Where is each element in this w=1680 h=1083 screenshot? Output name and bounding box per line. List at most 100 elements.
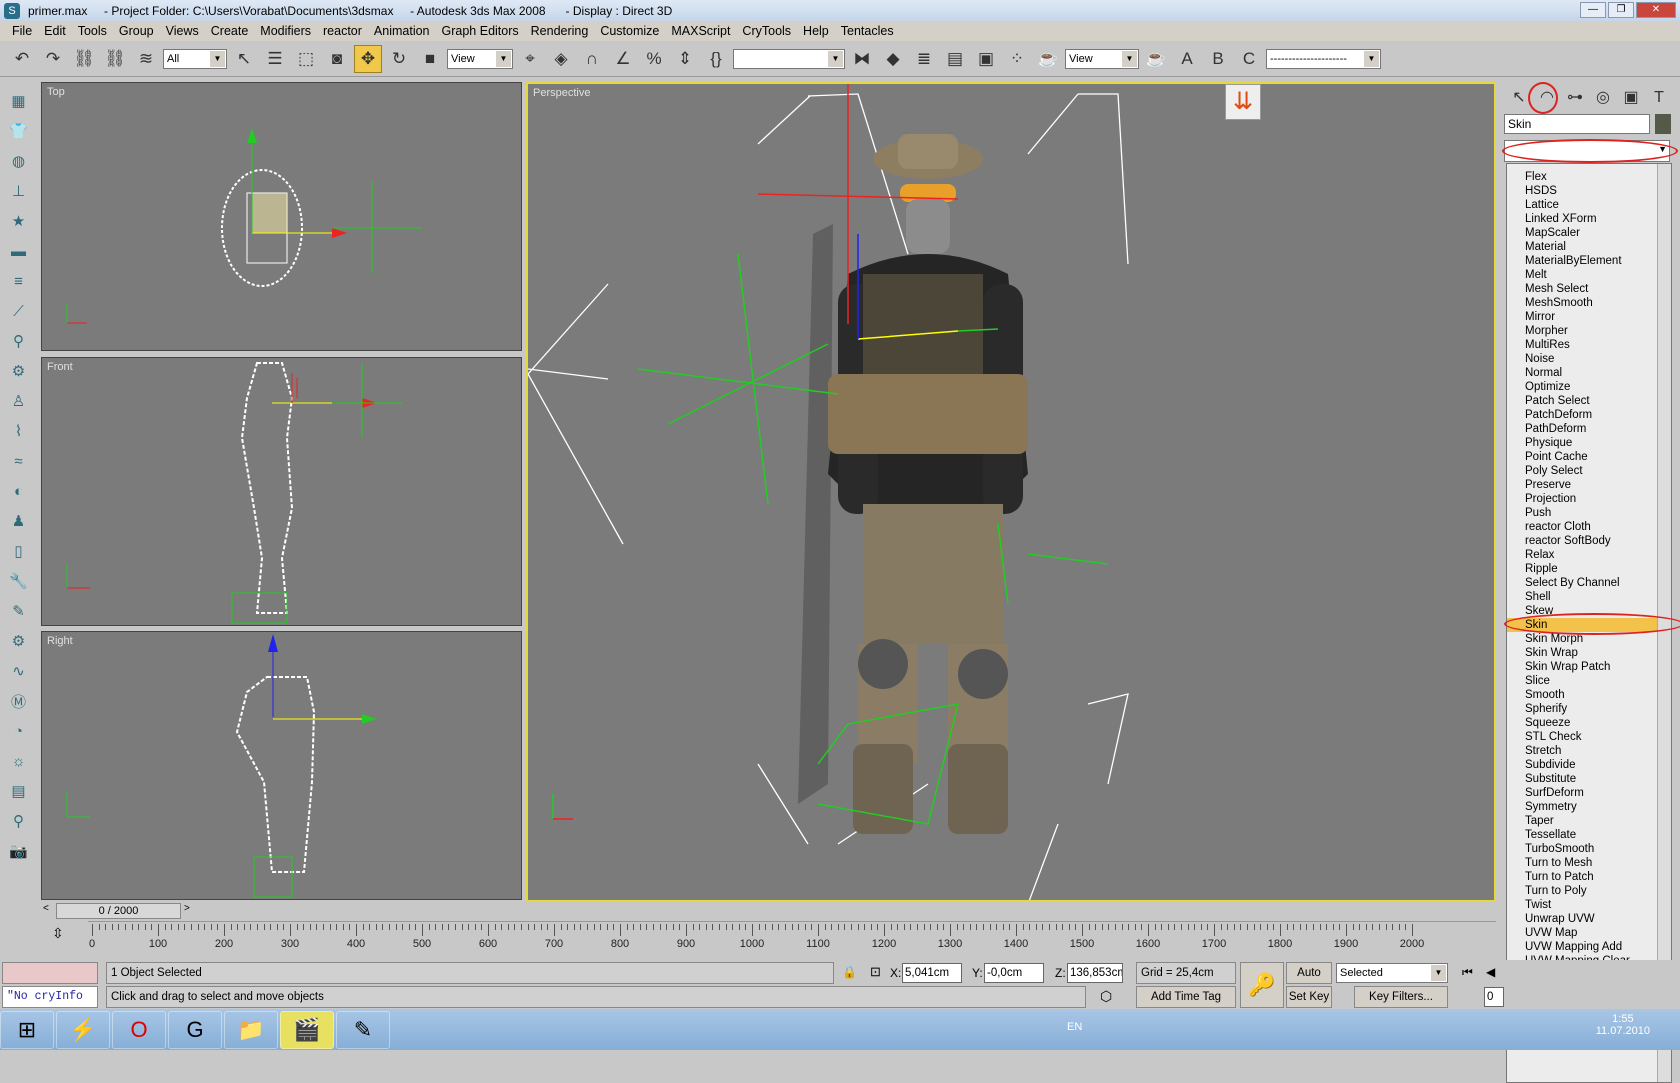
modifier-item[interactable]: Ripple	[1507, 562, 1657, 576]
sphere-icon[interactable]: ◍	[6, 148, 32, 174]
hair-icon[interactable]: ⌇	[6, 418, 32, 444]
rect-selection-icon[interactable]: ⬚	[292, 45, 320, 73]
rope-icon[interactable]: ∿	[6, 658, 32, 684]
modifier-item[interactable]: Subdivide	[1507, 758, 1657, 772]
viewport-right[interactable]: Right	[41, 631, 522, 900]
go-to-start-icon[interactable]: ⏮	[1462, 965, 1473, 980]
paint-icon[interactable]: ⚲	[6, 328, 32, 354]
key-icon[interactable]: 🔑	[1240, 962, 1284, 1008]
render-preset-dropdown[interactable]: ---------------------	[1266, 48, 1381, 69]
modifier-item[interactable]: Projection	[1507, 492, 1657, 506]
gear-icon[interactable]: ⚙	[6, 358, 32, 384]
track-bar-icon[interactable]: ⇳	[52, 925, 64, 942]
align-icon[interactable]: ◆	[879, 45, 907, 73]
link-icon[interactable]: ⛓	[70, 45, 98, 73]
minimize-button[interactable]: —	[1580, 2, 1606, 18]
clock[interactable]: 1:55 11.07.2010	[1596, 1013, 1650, 1037]
layers-icon[interactable]: ≡	[6, 268, 32, 294]
object-name-field[interactable]: Skin	[1504, 114, 1650, 134]
mental-ray-icon[interactable]: Ⓜ	[6, 688, 32, 714]
window-crossing-icon[interactable]: ◙	[323, 45, 351, 73]
lock-icon[interactable]: 🔒	[842, 965, 857, 979]
add-time-tag-button[interactable]: Add Time Tag	[1136, 986, 1236, 1008]
object-color-swatch[interactable]	[1655, 114, 1671, 134]
brush-icon[interactable]: ✎	[6, 598, 32, 624]
display-icon[interactable]: ▬	[6, 238, 32, 264]
modifier-item[interactable]: Flex	[1507, 170, 1657, 184]
selection-filter-dropdown[interactable]: All	[163, 48, 227, 69]
move-icon[interactable]: ✥	[354, 44, 382, 73]
modifier-item[interactable]: Symmetry	[1507, 800, 1657, 814]
gamespy-icon[interactable]: G	[168, 1010, 222, 1049]
use-pivot-icon[interactable]: ⌖	[516, 45, 544, 73]
key-filters-button[interactable]: Key Filters...	[1354, 986, 1448, 1008]
modifier-item[interactable]: HSDS	[1507, 184, 1657, 198]
modifier-item[interactable]: Linked XForm	[1507, 212, 1657, 226]
percent-snap-icon[interactable]: %	[640, 45, 668, 73]
prev-key-icon[interactable]: ◀	[1486, 965, 1495, 979]
modifier-item[interactable]: Material	[1507, 240, 1657, 254]
named-selection-sets-dropdown[interactable]	[733, 48, 845, 69]
star-icon[interactable]: ★	[6, 208, 32, 234]
quick-render-icon[interactable]: ☕	[1142, 45, 1170, 73]
modifier-item[interactable]: Shell	[1507, 590, 1657, 604]
absolute-mode-icon[interactable]: ⊡	[870, 964, 881, 980]
modifier-item[interactable]: Noise	[1507, 352, 1657, 366]
render-scene-icon[interactable]: ☕	[1034, 45, 1062, 73]
modifier-item[interactable]: Spherify	[1507, 702, 1657, 716]
modifier-item[interactable]: Lattice	[1507, 198, 1657, 212]
modifier-item[interactable]: Morpher	[1507, 324, 1657, 338]
viewport-label[interactable]: Front	[47, 361, 73, 373]
redo-icon[interactable]: ↷	[39, 45, 67, 73]
viewport-top[interactable]: Top	[41, 82, 522, 351]
render-b-icon[interactable]: B	[1204, 45, 1232, 73]
app-icon[interactable]: S	[4, 2, 20, 19]
snap-3d-icon[interactable]: ∩	[578, 45, 606, 73]
modifier-item[interactable]: Tessellate	[1507, 828, 1657, 842]
modifier-item[interactable]: Stretch	[1507, 744, 1657, 758]
undo-icon[interactable]: ↶	[8, 45, 36, 73]
menu-tentacles[interactable]: Tentacles	[835, 24, 900, 38]
display-tab-icon[interactable]: ▣	[1618, 85, 1644, 111]
select-manipulate-icon[interactable]: ◈	[547, 45, 575, 73]
viewport-perspective[interactable]: Perspective ⇊	[526, 82, 1496, 902]
modifier-item[interactable]: Skin Wrap Patch	[1507, 660, 1657, 674]
maximize-button[interactable]: ❐	[1608, 2, 1634, 18]
maxscript-listener[interactable]: "No cryInfo	[2, 986, 98, 1008]
current-frame-input[interactable]: 0	[1484, 987, 1504, 1007]
modifier-item[interactable]: Relax	[1507, 548, 1657, 562]
render-view-dropdown[interactable]: View	[1065, 48, 1139, 69]
light-icon[interactable]: ☼	[6, 748, 32, 774]
modifier-item[interactable]: Taper	[1507, 814, 1657, 828]
shirt-icon[interactable]: 👕	[6, 118, 32, 144]
layer-manager-icon[interactable]: ≣	[910, 45, 938, 73]
unlink-icon[interactable]: ⛓	[101, 45, 129, 73]
explorer-icon[interactable]: 📁	[224, 1010, 278, 1049]
start-orb-icon[interactable]: ⊞	[0, 1010, 54, 1049]
time-slider[interactable]: < 0 / 2000 >	[41, 902, 1496, 920]
modifier-item[interactable]: Twist	[1507, 898, 1657, 912]
modifier-item[interactable]: Normal	[1507, 366, 1657, 380]
modifier-item[interactable]: PathDeform	[1507, 422, 1657, 436]
create-box-icon[interactable]: ▦	[6, 88, 32, 114]
menu-views[interactable]: Views	[160, 24, 205, 38]
modifier-item[interactable]: Optimize	[1507, 380, 1657, 394]
modifier-item[interactable]: reactor Cloth	[1507, 520, 1657, 534]
menu-customize[interactable]: Customize	[594, 24, 665, 38]
menu-edit[interactable]: Edit	[38, 24, 72, 38]
modifier-item[interactable]: Turn to Patch	[1507, 870, 1657, 884]
modifier-item[interactable]: MeshSmooth	[1507, 296, 1657, 310]
settings-icon[interactable]: ⚙	[6, 628, 32, 654]
dial-icon[interactable]: ◔	[6, 718, 32, 744]
y-coordinate-input[interactable]: -0,0cm	[984, 963, 1044, 983]
cylinder-icon[interactable]: ▯	[6, 538, 32, 564]
set-key-button[interactable]: Set Key	[1286, 986, 1332, 1008]
wrench-icon[interactable]: 🔧	[6, 568, 32, 594]
select-icon[interactable]: ↖	[230, 45, 258, 73]
bone-icon[interactable]: ⟋	[6, 298, 32, 324]
modifier-item[interactable]: Preserve	[1507, 478, 1657, 492]
x-coordinate-input[interactable]: 5,041cm	[902, 963, 962, 983]
menu-maxscript[interactable]: MAXScript	[665, 24, 736, 38]
modifier-item[interactable]: UVW Map	[1507, 926, 1657, 940]
modifier-item[interactable]: MaterialByElement	[1507, 254, 1657, 268]
